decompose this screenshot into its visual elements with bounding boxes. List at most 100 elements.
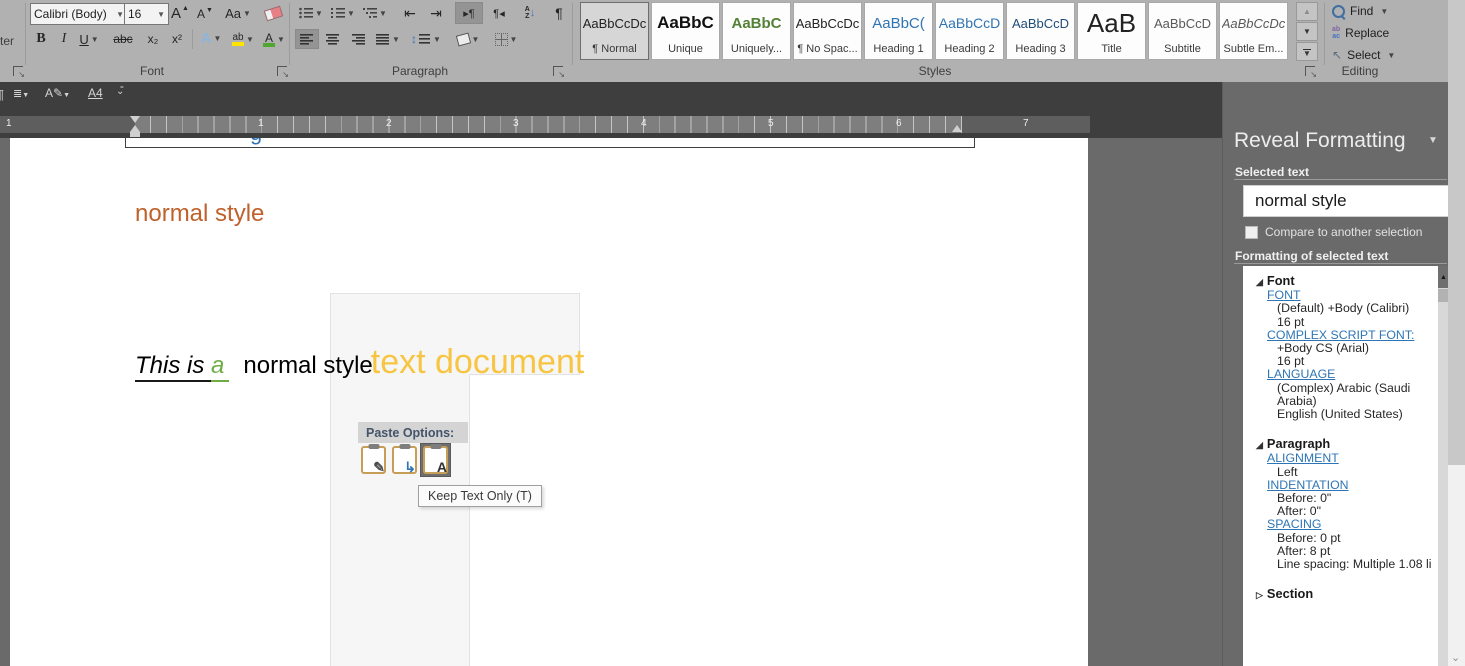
replace-button[interactable]: ab ac Replace	[1332, 26, 1389, 40]
ruler-left-margin[interactable]	[0, 116, 135, 133]
strikethrough-button[interactable]: abc	[108, 29, 138, 49]
justify-button[interactable]: ▼	[374, 30, 402, 48]
collapse-icon[interactable]: ◢	[1256, 440, 1263, 450]
collapsed-toolbar-strip: ¶ ≣▼ A✎▼ A4 ⌄̄	[0, 82, 1222, 108]
section-header-section[interactable]: ▷ Section	[1256, 587, 1435, 602]
bold-glyph: B	[36, 31, 46, 46]
font-color-icon: A	[263, 30, 276, 47]
section-header-paragraph[interactable]: ◢ Paragraph	[1256, 437, 1435, 452]
window-scrollbar-thumb[interactable]	[1448, 0, 1465, 465]
merge-formatting-button[interactable]: ↳	[390, 444, 419, 476]
selected-text-box[interactable]: normal style	[1243, 185, 1449, 217]
left-indent-marker[interactable]	[130, 132, 140, 137]
formatting-property-link[interactable]: SPACING	[1267, 518, 1435, 531]
font-color-button[interactable]: A ▼	[260, 28, 288, 50]
underline-glyph: U	[79, 31, 89, 47]
line-spacing-button[interactable]: ↕ ▼	[410, 30, 442, 48]
style-tile-subtitle[interactable]: AaBbCcD Subtitle	[1148, 2, 1217, 60]
borders-button[interactable]: ▼	[490, 30, 522, 48]
down-arrow-icon: ↓	[529, 7, 536, 19]
shrink-font-button[interactable]: A ▼	[194, 5, 216, 23]
compare-checkbox-row[interactable]: Compare to another selection	[1245, 225, 1422, 239]
styles-gallery: AaBbCcDc ¶ Normal AaBbC Unique AaBbC Uniquely…	[580, 2, 1288, 60]
align-left-button[interactable]	[295, 29, 319, 49]
subscript-button[interactable]: x₂	[142, 29, 164, 49]
styles-scroll-down-button[interactable]: ▼	[1296, 22, 1318, 41]
ruler-number: 2	[386, 118, 392, 129]
shading-button[interactable]: ▼	[452, 30, 484, 48]
clipboard-icon: A	[423, 446, 448, 474]
chevron-down-icon: ▼	[277, 34, 285, 44]
style-tile-subtle-em-[interactable]: AaBbCcDc Subtle Em...	[1219, 2, 1288, 60]
style-tile-uniquely-[interactable]: AaBbC Uniquely...	[722, 2, 791, 60]
formatting-property-link[interactable]: LANGUAGE	[1267, 368, 1435, 381]
font-size-combo[interactable]: 16 ▼	[124, 3, 169, 25]
italic-button[interactable]: I	[56, 29, 72, 49]
numbering-button[interactable]: ▼	[329, 4, 357, 22]
font-name-combo[interactable]: Calibri (Body) ▼	[30, 3, 128, 25]
multilevel-list-button[interactable]: ▼	[361, 4, 389, 22]
style-tile-unique[interactable]: AaBbC Unique	[651, 2, 720, 60]
checkbox[interactable]	[1245, 225, 1258, 239]
align-right-button[interactable]	[348, 30, 370, 48]
style-label: Heading 1	[873, 43, 924, 55]
font-dialog-launcher[interactable]	[277, 66, 289, 79]
first-line-indent-marker[interactable]	[130, 116, 140, 123]
select-button[interactable]: ↖ Select ▼	[1332, 48, 1395, 62]
sort-button[interactable]: AZ ↓	[518, 3, 542, 23]
document-page[interactable]: g normal style This is anormal styletext…	[10, 138, 1088, 666]
pane-menu-chevron-icon[interactable]: ▼	[1428, 135, 1438, 146]
find-button[interactable]: Find ▼	[1332, 4, 1388, 18]
scroll-down-icon[interactable]: ⌄	[1451, 651, 1460, 664]
down-arrow-icon: ▼	[206, 6, 213, 14]
style-tile--normal[interactable]: AaBbCcDc ¶ Normal	[580, 2, 649, 60]
formatting-property-link[interactable]: ALIGNMENT	[1267, 452, 1435, 465]
left-to-right-button[interactable]: ▸¶	[455, 2, 483, 24]
chevron-down-icon: ▼	[509, 34, 518, 44]
align-center-button[interactable]	[322, 30, 344, 48]
style-tile-heading-3[interactable]: AaBbCcD Heading 3	[1006, 2, 1075, 60]
clear-formatting-button[interactable]	[262, 5, 284, 21]
increase-indent-button[interactable]: ⇥	[424, 4, 448, 22]
align-center-icon	[326, 34, 339, 45]
paragraph-dialog-launcher[interactable]	[553, 66, 565, 79]
keep-source-formatting-button[interactable]: ✎	[359, 444, 388, 476]
paste-options-buttons: ✎ ↳ A	[359, 443, 451, 477]
hanging-indent-marker[interactable]	[130, 125, 140, 132]
horizontal-ruler: 1 1 2 3 4 5 6 7	[0, 108, 1222, 138]
right-to-left-button[interactable]: ¶◂	[486, 3, 512, 23]
grow-font-button[interactable]: A ▲	[168, 3, 192, 23]
numbered-list-icon[interactable]: ≣▼	[13, 87, 29, 100]
text-effects-button[interactable]: A ▼	[198, 28, 224, 48]
styles-more-button[interactable]: ▼	[1296, 42, 1318, 61]
chevron-down-icon: ▼	[379, 8, 387, 18]
more-options-icon[interactable]: ⌄̄	[116, 86, 124, 97]
keep-text-only-button[interactable]: A	[420, 443, 451, 477]
chevron-down-icon: ▼	[1380, 6, 1389, 16]
style-label: Title	[1101, 43, 1122, 55]
styles-scroll-up-button[interactable]: ▲	[1296, 2, 1318, 21]
window-scrollbar[interactable]: ⌄	[1448, 0, 1465, 666]
change-case-button[interactable]: Aa ▼	[222, 3, 254, 23]
right-indent-marker[interactable]	[952, 125, 962, 132]
section-header-font[interactable]: ◢ Font	[1256, 274, 1435, 289]
highlight-color-button[interactable]: ab ▼	[228, 28, 258, 50]
font-dialog-icon[interactable]: A4	[88, 86, 103, 100]
style-tile-title[interactable]: AaB Title	[1077, 2, 1146, 60]
underline-button[interactable]: U ▼	[76, 29, 102, 49]
decrease-indent-button[interactable]: ⇤	[398, 4, 422, 22]
style-brush-icon[interactable]: A✎▼	[45, 86, 70, 100]
clipboard-dialog-launcher[interactable]	[13, 66, 25, 79]
collapse-icon[interactable]: ◢	[1256, 277, 1263, 287]
superscript-button[interactable]: x²	[166, 29, 188, 49]
ruler-number: 5	[768, 118, 774, 129]
style-tile-heading-1[interactable]: AaBbC(Heading 1	[864, 2, 933, 60]
style-tile-heading-2[interactable]: AaBbCcD Heading 2	[935, 2, 1004, 60]
style-tile--no-spac-[interactable]: AaBbCcDc ¶ No Spac...	[793, 2, 862, 60]
expand-icon[interactable]: ▷	[1256, 590, 1263, 600]
show-formatting-marks-button[interactable]: ¶	[548, 3, 570, 23]
bullets-button[interactable]: ▼	[297, 4, 325, 22]
pane-title: Reveal Formatting	[1234, 129, 1406, 152]
bold-button[interactable]: B	[32, 29, 50, 49]
tooltip: Keep Text Only (T)	[418, 485, 542, 507]
